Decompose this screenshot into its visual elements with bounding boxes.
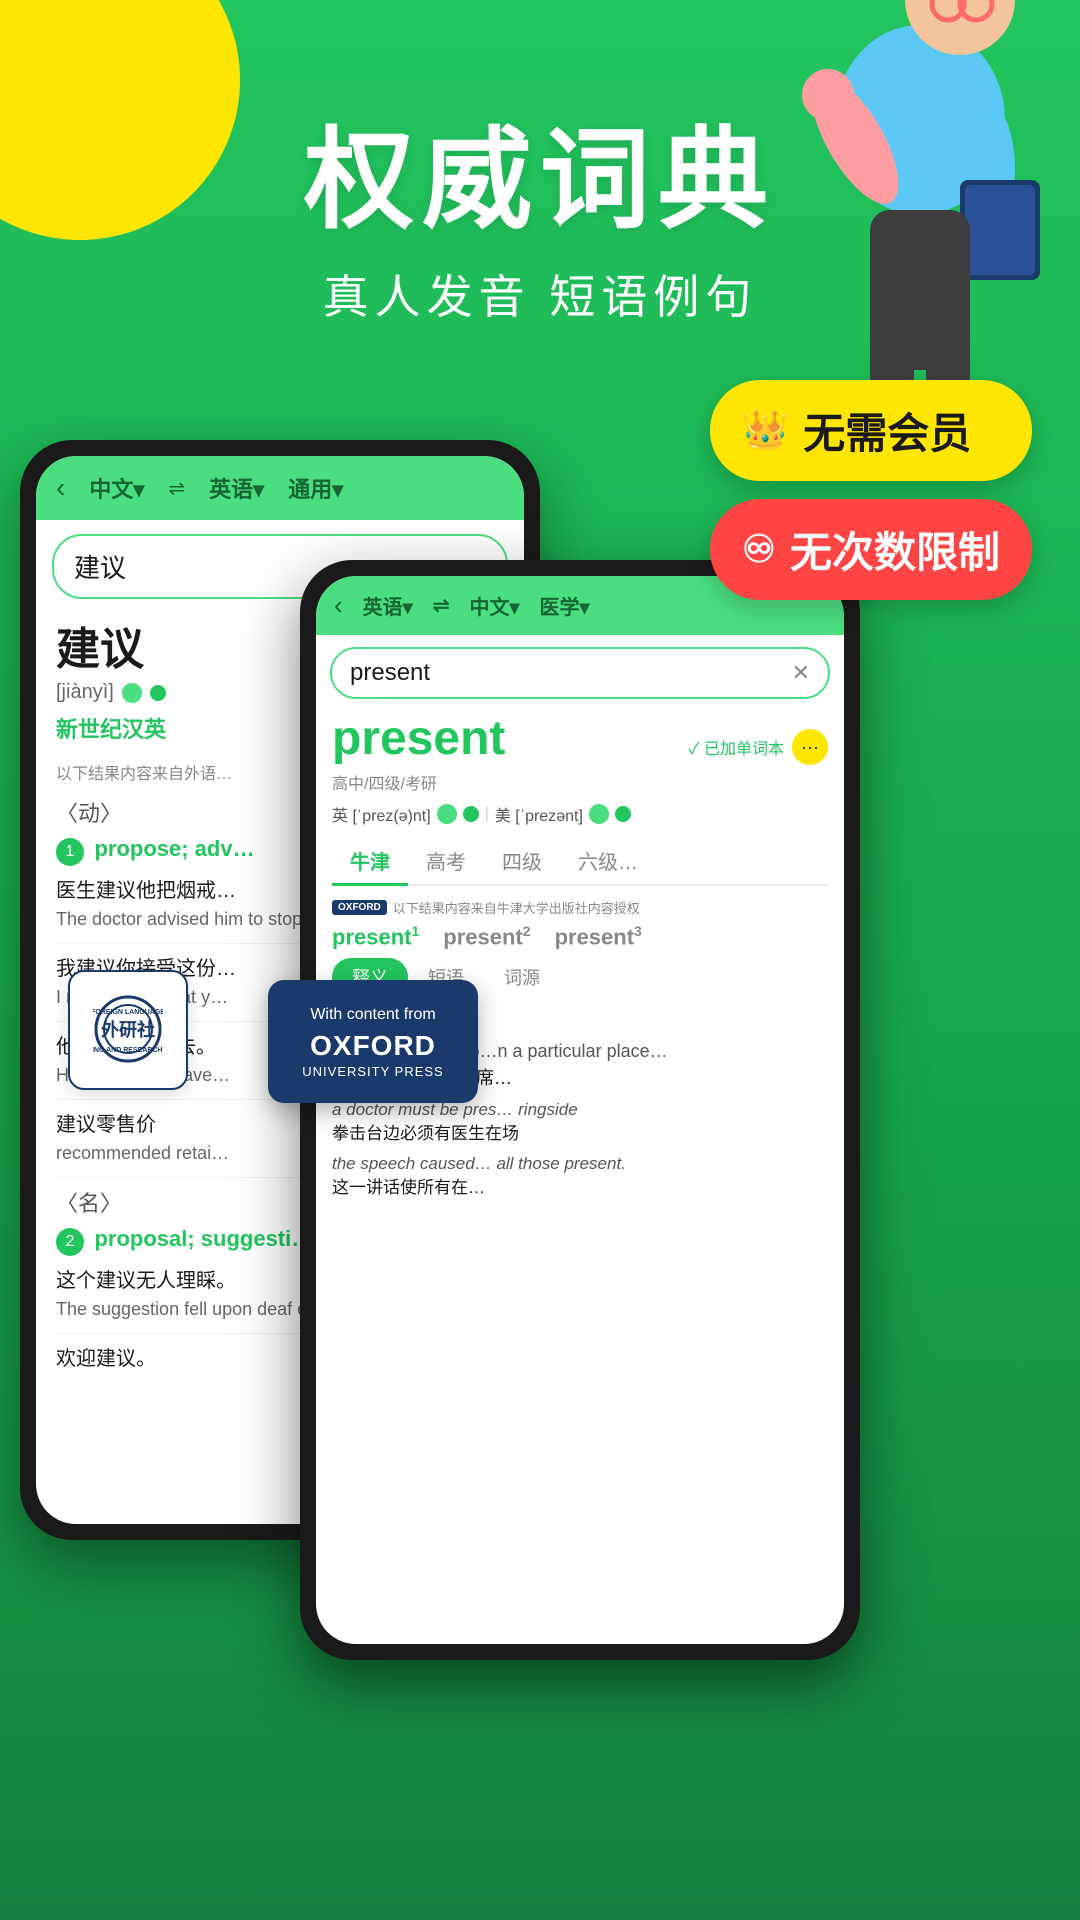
pf-us-speaker-icon[interactable] <box>589 804 609 824</box>
pf-pron-uk: 英 [ˈprez(ə)nt] <box>332 802 431 826</box>
waiguyan-logo: 外研社 FOREIGN LANGUAGE TEACHING AND RESEAR… <box>93 994 163 1067</box>
pf-tab-cet6[interactable]: 六级… <box>560 838 656 884</box>
pb-lang-swap[interactable]: ⇌ <box>168 476 185 501</box>
pb-back-arrow[interactable]: ‹ <box>56 472 65 504</box>
phone-front-screen: ‹ 英语▾ ⇌ 中文▾ 医学▾ present ✕ present ✓ 已加单词… <box>316 576 844 1644</box>
pb-search-text: 建议 <box>74 548 126 585</box>
badge1-text: 无需会员 <box>803 400 971 461</box>
phone-front: ‹ 英语▾ ⇌ 中文▾ 医学▾ present ✕ present ✓ 已加单词… <box>300 560 860 1660</box>
pb-sense-text2: proposal; suggesti… <box>94 1226 313 1251</box>
svg-text:TEACHING AND RESEARCH PRESS: TEACHING AND RESEARCH PRESS <box>93 1047 163 1054</box>
pb-sense-num1: 1 <box>56 838 84 866</box>
pf-lang1[interactable]: 英语▾ <box>363 591 413 620</box>
pf-clear-icon[interactable]: ✕ <box>792 660 810 686</box>
pf-oxford-logo-small: OXFORD <box>332 900 387 915</box>
oxford-name: OXFORD <box>298 1030 448 1062</box>
pb-lang1[interactable]: 中文▾ <box>89 472 144 504</box>
pf-word-variants: present1 present2 present3 <box>332 923 828 950</box>
pb-speaker1-icon[interactable] <box>122 683 142 703</box>
crown-icon: 👑 <box>742 409 789 453</box>
pf-tab-gaokao[interactable]: 高考 <box>408 838 484 884</box>
pf-pf-example2: the speech caused… all those present. 这一… <box>332 1152 828 1200</box>
pf-us-play-icon[interactable] <box>615 806 631 822</box>
pf-added-text[interactable]: ✓ 已加单词本 <box>689 735 784 759</box>
pb-lang2[interactable]: 英语▾ <box>209 472 264 504</box>
pf-tabs: 牛津 高考 四级 六级… <box>332 838 828 886</box>
waiguyan-icon: 外研社 FOREIGN LANGUAGE TEACHING AND RESEAR… <box>93 994 163 1064</box>
pf-pron-row: 英 [ˈprez(ə)nt] | 美 [ˈprezənt] <box>332 802 828 826</box>
pf-search-text: present <box>350 659 430 687</box>
pf-more-button[interactable]: ··· <box>792 729 828 765</box>
pf-word-row: present ✓ 已加单词本 ··· <box>332 711 828 766</box>
pf-variant1[interactable]: present1 <box>332 923 419 950</box>
waiguyan-badge: 外研社 FOREIGN LANGUAGE TEACHING AND RESEAR… <box>68 970 188 1090</box>
pf-tab-oxford[interactable]: 牛津 <box>332 838 408 886</box>
pf-sense-tab-etymology[interactable]: 词源 <box>484 958 560 996</box>
oxford-press: UNIVERSITY PRESS <box>298 1064 448 1079</box>
pf-lang2[interactable]: 中文▾ <box>469 591 519 620</box>
pf-uk-play-icon[interactable] <box>463 806 479 822</box>
pf-level: 高中/四级/考研 <box>332 770 828 794</box>
pf-pron-us: 美 [ˈprezənt] <box>495 802 583 826</box>
oxford-badge: With content from OXFORD UNIVERSITY PRES… <box>268 980 478 1103</box>
pf-word: present <box>332 711 505 766</box>
pf-oxford-small: OXFORD 以下结果内容来自牛津大学出版社内容授权 <box>332 898 828 917</box>
badges-container: 👑 无需会员 ♾ 无次数限制 <box>710 380 1032 600</box>
pf-back-arrow[interactable]: ‹ <box>334 590 343 621</box>
pf-word-actions: ✓ 已加单词本 ··· <box>689 729 828 765</box>
pb-nav-bar: ‹ 中文▾ ⇌ 英语▾ 通用▾ <box>36 456 524 520</box>
pf-variant2[interactable]: present2 <box>443 923 530 950</box>
pf-lang-swap[interactable]: ⇌ <box>433 593 450 618</box>
pf-content: present ✓ 已加单词本 ··· 高中/四级/考研 英 [ˈprez(ə)… <box>316 711 844 1200</box>
pf-tab-cet4[interactable]: 四级 <box>484 838 560 884</box>
pb-lang3[interactable]: 通用▾ <box>288 472 343 504</box>
pb-play-icon[interactable] <box>150 685 166 701</box>
badge2-text: 无次数限制 <box>790 519 1000 580</box>
pb-sense-num2: 2 <box>56 1228 84 1256</box>
pf-oxford-note: 以下结果内容来自牛津大学出版社内容授权 <box>393 898 640 917</box>
oxford-with-content: With content from <box>298 1004 448 1026</box>
pf-uk-speaker-icon[interactable] <box>437 804 457 824</box>
no-membership-badge[interactable]: 👑 无需会员 <box>710 380 1032 481</box>
svg-text:外研社: 外研社 <box>101 1019 155 1040</box>
unlimited-badge[interactable]: ♾ 无次数限制 <box>710 499 1032 600</box>
pb-sense-text1: propose; adv… <box>94 836 254 861</box>
pf-pf-example1: a doctor must be pres… ringside 拳击台边必须有医… <box>332 1098 828 1146</box>
svg-text:FOREIGN LANGUAGE: FOREIGN LANGUAGE <box>93 1009 163 1016</box>
infinity-icon: ♾ <box>742 527 776 572</box>
pf-search-bar[interactable]: present ✕ <box>330 647 830 699</box>
pf-variant3[interactable]: present3 <box>555 923 642 950</box>
pf-lang3[interactable]: 医学▾ <box>540 591 590 620</box>
